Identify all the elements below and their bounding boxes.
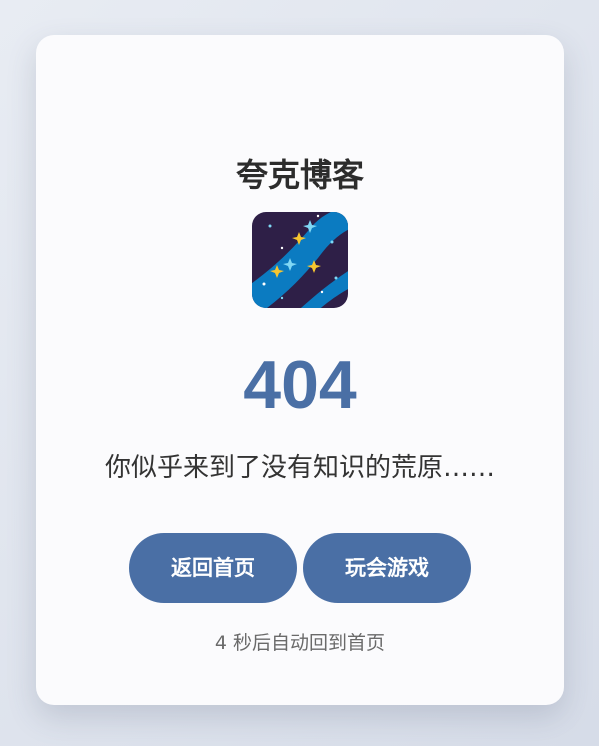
error-code: 404	[243, 347, 357, 423]
play-game-button[interactable]: 玩会游戏	[303, 533, 471, 603]
site-title: 夸克博客	[235, 156, 364, 194]
error-card: 夸克博客 404 你似乎来到了没有知识的荒原…… 返回首页 玩会游戏 4 秒后自…	[36, 35, 564, 705]
redirect-countdown: 4 秒后自动回到首页	[214, 632, 386, 654]
error-message: 你似乎来到了没有知识的荒原……	[104, 453, 495, 483]
galaxy-icon	[252, 212, 348, 308]
back-home-button[interactable]: 返回首页	[129, 533, 297, 603]
